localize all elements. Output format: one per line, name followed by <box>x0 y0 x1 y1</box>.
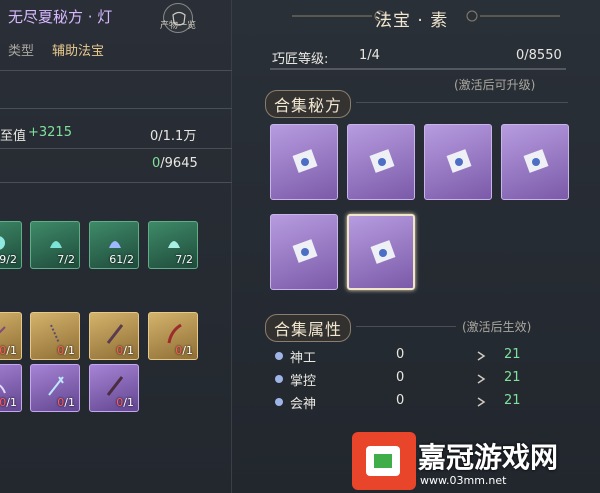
attr-section-title: 合集属性 <box>265 314 352 342</box>
attr-note: (激活后生效) <box>462 320 532 334</box>
attribute-current: 0 <box>396 347 405 362</box>
scroll-icon <box>370 240 396 264</box>
type-value: 辅助法宝 <box>52 44 105 59</box>
craft-exp-bar <box>270 68 566 70</box>
material-slot[interactable]: 0/1 <box>148 312 198 360</box>
divider <box>356 326 456 327</box>
teal-swirl-icon <box>0 236 5 250</box>
stat2-total: /9645 <box>160 156 198 171</box>
material-count: 0/1 <box>116 396 134 409</box>
craft-level-value: 1/4 <box>359 48 380 63</box>
stat2-progress: 0/9645 <box>152 156 198 171</box>
recipe-slot[interactable] <box>347 124 415 200</box>
attribute-next: 21 <box>504 370 521 385</box>
panel-title: 法宝 · 素 <box>375 11 449 31</box>
recipe-slot[interactable] <box>424 124 492 200</box>
scroll-icon <box>292 239 318 263</box>
material-slot[interactable]: 0/1 <box>0 312 22 360</box>
stat-bonus: +3215 <box>28 125 72 140</box>
material-slot[interactable]: 0/1 <box>89 364 139 412</box>
watermark-brand: 嘉冠游戏网 <box>418 441 559 474</box>
stat-progress: 0/1.1万 <box>150 129 197 144</box>
attribute-current: 0 <box>396 393 405 408</box>
attribute-name: 会神 <box>290 397 317 412</box>
blue-bell-icon <box>109 241 121 248</box>
cyan-bell-icon <box>168 241 180 248</box>
green-bell-icon <box>50 241 62 248</box>
attribute-next: 21 <box>504 347 521 362</box>
material-slot[interactable]: 0/1 <box>0 364 22 412</box>
material-count: 7/2 <box>57 253 75 266</box>
scroll-icon <box>523 149 549 173</box>
attribute-icon <box>275 398 283 406</box>
arrow-right-icon <box>477 351 486 361</box>
arrow-right-icon <box>477 374 486 384</box>
material-slot[interactable]: 7/2 <box>30 221 80 269</box>
recipe-section-title: 合集秘方 <box>265 90 352 118</box>
material-count: 0/1 <box>116 344 134 357</box>
attribute-current: 0 <box>396 370 405 385</box>
attribute-icon <box>275 352 283 360</box>
craft-exp: 0/8550 <box>516 48 562 63</box>
scroll-icon <box>446 149 472 173</box>
material-count: 0/1 <box>175 344 193 357</box>
material-slot[interactable]: 7/2 <box>148 221 198 269</box>
watermark-logo <box>352 432 416 490</box>
chain-icon <box>0 326 6 334</box>
scroll-icon <box>292 149 318 173</box>
item-detail-panel: 无尽夏秘方 · 灯 产物一览 类型 辅助法宝 至值 +3215 0/1.1万 0… <box>0 0 232 493</box>
material-count: 7/2 <box>175 253 193 266</box>
material-count: 61/2 <box>109 253 134 266</box>
divider <box>0 108 232 109</box>
title-ornament-icon <box>466 10 560 22</box>
watermark-url: www.03mm.net <box>420 474 507 487</box>
attribute-icon <box>275 375 283 383</box>
arc-icon <box>0 384 6 394</box>
divider <box>0 182 232 183</box>
stat-label: 至值 <box>0 129 27 144</box>
recipe-title: 无尽夏秘方 · 灯 <box>8 8 113 26</box>
material-slot[interactable]: 0/1 <box>30 364 80 412</box>
fork-icon <box>48 376 64 396</box>
brush-icon <box>106 376 124 396</box>
attribute-name: 神工 <box>290 351 317 366</box>
craft-note: (激活后可升级) <box>454 78 536 92</box>
material-count: 0/1 <box>57 396 75 409</box>
scroll-icon <box>369 149 395 173</box>
recipe-slot[interactable] <box>501 124 569 200</box>
material-count: 0/1 <box>0 396 17 409</box>
material-slot[interactable]: 0/1 <box>30 312 80 360</box>
material-slot[interactable]: 0/1 <box>89 312 139 360</box>
recipe-slot[interactable] <box>270 124 338 200</box>
craft-level-label: 巧匠等级: <box>272 52 329 67</box>
material-count: 9/2 <box>0 253 17 266</box>
chain-icon <box>50 324 60 344</box>
divider <box>0 70 232 71</box>
recipe-slot[interactable] <box>270 214 338 290</box>
attribute-next: 21 <box>504 393 521 408</box>
material-slot[interactable]: 61/2 <box>89 221 139 269</box>
material-slot[interactable]: 9/2 <box>0 221 22 269</box>
output-preview-label: 产物一览 <box>160 21 197 31</box>
divider <box>356 102 568 103</box>
treasure-collection-panel: 法宝 · 素 巧匠等级: 1/4 0/8550 (激活后可升级) 合集秘方 合集… <box>232 0 600 493</box>
arrow-right-icon <box>477 397 486 407</box>
rod-icon <box>106 324 124 344</box>
recipe-slot-selected[interactable] <box>347 214 415 290</box>
type-label: 类型 <box>8 44 35 59</box>
material-count: 0/1 <box>57 344 75 357</box>
material-count: 0/1 <box>0 344 17 357</box>
hook-icon <box>167 323 182 344</box>
divider <box>0 148 232 149</box>
attribute-name: 掌控 <box>290 374 317 389</box>
